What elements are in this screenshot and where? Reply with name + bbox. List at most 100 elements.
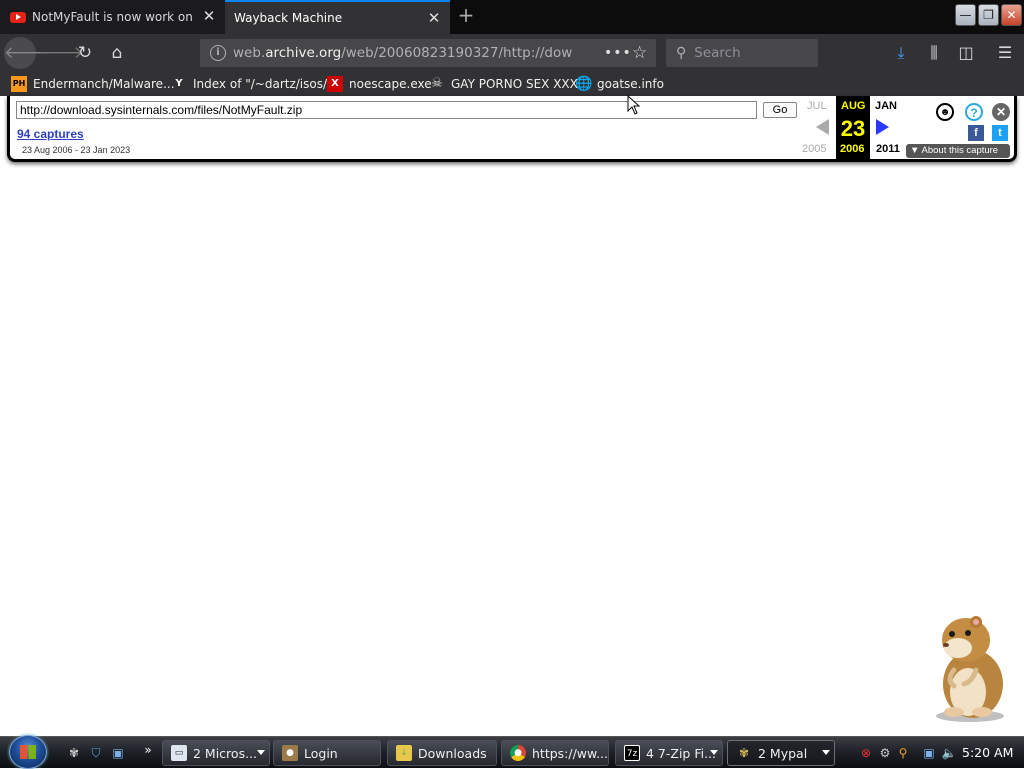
chrome-icon: ● xyxy=(510,745,526,761)
tab-notmyfault[interactable]: NotMyFault is now work on Wi ✕ xyxy=(0,0,225,34)
search-icon: ⚲ xyxy=(676,45,687,61)
address-bar[interactable]: i web.archive.org/web/20060823190327/htt… xyxy=(200,39,656,67)
site-info-icon[interactable]: i xyxy=(210,45,226,61)
taskbar-button-login[interactable]: ● Login xyxy=(273,740,381,766)
search-placeholder: Search xyxy=(694,45,741,61)
chevron-down-icon xyxy=(822,750,830,755)
bookmark-label: goatse.info xyxy=(597,77,664,91)
bookmark-item[interactable]: X noescape.exe xyxy=(327,75,432,93)
quicklaunch-butterfly-icon[interactable]: ✾ xyxy=(66,745,82,761)
chevron-down-icon xyxy=(710,750,718,755)
taskbar-button-mypal[interactable]: ✾ 2 Mypal xyxy=(727,740,835,766)
navigation-toolbar: 🡐 🡒 ↻ ⌂ i web.archive.org/web/2006082319… xyxy=(0,34,1024,72)
chevron-down-icon xyxy=(257,750,265,755)
tab-title: NotMyFault is now work on Wi xyxy=(32,10,197,24)
forward-button[interactable]: 🡒 xyxy=(38,38,84,68)
quicklaunch-more-icon[interactable]: » xyxy=(140,742,156,758)
tray-monitor-icon[interactable]: ▣ xyxy=(921,745,937,761)
bookmark-item[interactable]: Y Index of "/~dartz/isos/" xyxy=(171,75,333,93)
system-clock[interactable]: 5:20 AM xyxy=(962,745,1013,760)
youtube-icon xyxy=(10,11,26,23)
bookmark-label: Endermanch/Malware... xyxy=(33,77,175,91)
taskbar-button-chrome[interactable]: ● https://ww... xyxy=(501,740,609,766)
bookmark-item[interactable]: ☠ GAY PORNO SEX XXX xyxy=(429,75,578,93)
tab-bar: NotMyFault is now work on Wi ✕ Wayback M… xyxy=(0,0,1024,34)
taskbar-button-downloads[interactable]: ↓ Downloads xyxy=(387,740,497,766)
tray-network-icon[interactable]: ⚙ xyxy=(877,745,893,761)
previous-capture-arrow-icon[interactable] xyxy=(816,119,829,135)
7zip-icon: 7z xyxy=(624,745,640,761)
close-tab-icon[interactable]: ✕ xyxy=(201,8,217,24)
previous-year-label[interactable]: 2005 xyxy=(802,143,826,155)
capture-date-range: 23 Aug 2006 - 23 Jan 2023 xyxy=(22,145,131,155)
mypal-icon: ✾ xyxy=(738,746,750,760)
tray-security-icon[interactable]: ⊗ xyxy=(858,745,874,761)
taskbar-button-label: 4 7-Zip Fi... xyxy=(646,745,717,761)
go-button[interactable]: Go xyxy=(763,102,797,118)
next-year-label[interactable]: 2011 xyxy=(876,143,900,155)
taskbar-button-label: https://ww... xyxy=(532,745,609,761)
wayback-url-input[interactable] xyxy=(16,101,757,119)
ycombinator-icon: Y xyxy=(175,78,183,89)
library-icon[interactable]: ⫼ xyxy=(923,42,945,64)
taskbar-button-label: Downloads xyxy=(418,745,487,761)
about-this-capture-button[interactable]: ▼ About this capture xyxy=(906,144,1010,158)
bookmark-item[interactable]: 🌐 goatse.info xyxy=(575,75,664,93)
start-button[interactable] xyxy=(9,735,47,769)
close-window-button[interactable]: ✕ xyxy=(1001,4,1022,26)
taskbar-button-label: 2 Mypal xyxy=(758,745,808,761)
bookmark-label: noescape.exe xyxy=(349,77,432,91)
menu-icon[interactable]: ☰ xyxy=(994,42,1016,64)
quicklaunch-desktop-icon[interactable]: ▣ xyxy=(110,745,126,761)
skull-icon: ☠ xyxy=(431,76,443,91)
taskbar-button-microsoft[interactable]: ▭ 2 Micros... xyxy=(162,740,270,766)
tab-title: Wayback Machine xyxy=(234,11,343,25)
user-icon[interactable]: ☻ xyxy=(936,103,954,121)
twitter-icon[interactable]: t xyxy=(992,125,1008,141)
x-icon: X xyxy=(327,76,343,92)
window-icon: ▭ xyxy=(171,745,187,761)
page-actions-icon[interactable]: ••• xyxy=(604,45,632,61)
facebook-icon[interactable]: f xyxy=(968,125,984,141)
sidebar-icon[interactable]: ◫ xyxy=(955,42,977,64)
next-month-label[interactable]: JAN xyxy=(875,100,897,112)
current-month-label: AUG xyxy=(841,100,866,112)
quicklaunch-shield-icon[interactable]: ⛉ xyxy=(88,745,104,761)
url-text: web.archive.org/web/20060823190327/http:… xyxy=(233,45,573,61)
help-icon[interactable]: ? xyxy=(965,103,983,121)
captures-link[interactable]: 94 captures xyxy=(17,127,84,141)
mouse-cursor-icon xyxy=(627,95,641,115)
restore-button[interactable]: ❐ xyxy=(978,4,999,26)
reload-button[interactable]: ↻ xyxy=(70,38,100,68)
minimize-button[interactable]: — xyxy=(955,4,976,26)
pornhub-icon: PH xyxy=(11,76,27,92)
current-year-label: 2006 xyxy=(840,143,865,155)
bookmark-label: Index of "/~dartz/isos/" xyxy=(193,77,333,91)
close-icon[interactable]: ✕ xyxy=(992,103,1010,121)
tray-volume-icon[interactable]: 🔈 xyxy=(941,745,957,761)
current-day: 23 xyxy=(840,116,866,141)
folder-icon: ↓ xyxy=(396,745,412,761)
bag-icon: ● xyxy=(282,745,298,761)
back-button[interactable]: 🡐 xyxy=(4,37,50,69)
taskbar: ✾ ⛉ ▣ » ▭ 2 Micros... ● Login ↓ Download… xyxy=(0,735,1024,769)
taskbar-button-label: 2 Micros... xyxy=(193,745,258,761)
previous-month-label[interactable]: JUL xyxy=(807,100,827,112)
taskbar-button-7zip[interactable]: 7z 4 7-Zip Fi... xyxy=(615,740,723,766)
bookmarks-toolbar: PH Endermanch/Malware... Y Index of "/~d… xyxy=(0,72,1024,96)
search-input[interactable]: ⚲ Search xyxy=(666,39,818,67)
new-tab-button[interactable]: + xyxy=(455,4,477,28)
globe-icon: 🌐 xyxy=(575,76,593,92)
wayback-toolbar: Go 94 captures 23 Aug 2006 - 23 Jan 2023… xyxy=(7,96,1017,162)
close-tab-icon[interactable]: ✕ xyxy=(426,10,442,26)
tab-wayback-machine[interactable]: Wayback Machine ✕ xyxy=(225,0,450,34)
taskbar-button-label: Login xyxy=(304,745,338,761)
downloads-icon[interactable]: ⤓ xyxy=(890,42,912,64)
home-button[interactable]: ⌂ xyxy=(102,38,132,68)
next-capture-arrow-icon[interactable] xyxy=(876,119,889,135)
bookmark-label: GAY PORNO SEX XXX xyxy=(451,77,578,91)
bookmark-star-icon[interactable]: ☆ xyxy=(632,43,647,63)
hamster-desktop-pet-icon[interactable] xyxy=(918,612,1014,724)
bookmark-item[interactable]: PH Endermanch/Malware... xyxy=(11,75,175,93)
tray-search-icon[interactable]: ⚲ xyxy=(895,745,911,761)
